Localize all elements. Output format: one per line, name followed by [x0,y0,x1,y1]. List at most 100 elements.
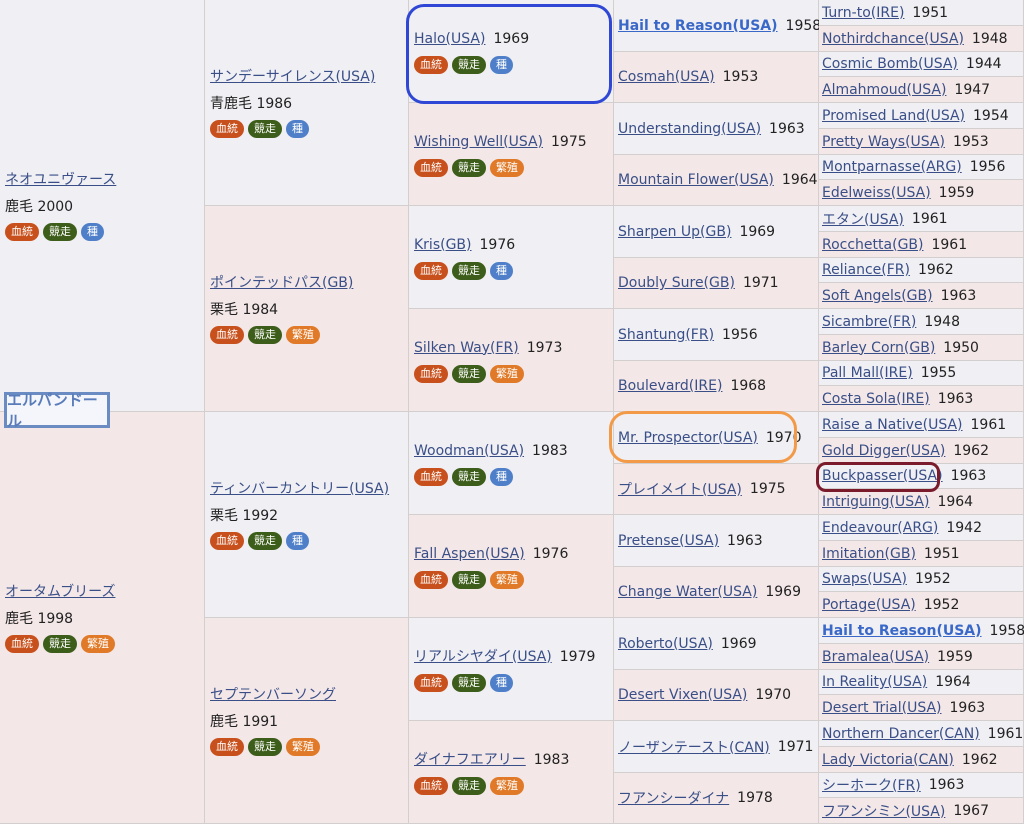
gen3-badge[interactable]: 競走 [452,467,486,486]
gen4-name-link[interactable]: Change Water(USA) [618,584,757,600]
gen3-name-link[interactable]: Halo(USA) [414,31,485,47]
gen2-badge[interactable]: 種 [286,532,309,550]
gen2-name-link[interactable]: サンデーサイレンス(USA) [210,69,375,85]
sire-badge[interactable]: 血統 [5,223,39,241]
gen3-badge[interactable]: 血統 [414,261,448,280]
gen4-name-link[interactable]: Boulevard(IRE) [618,378,722,394]
gen5-name-link[interactable]: Raise a Native(USA) [822,417,963,433]
gen5-name-link[interactable]: Sicambre(FR) [822,314,916,330]
gen5-name-link[interactable]: Desert Trial(USA) [822,700,942,716]
gen4-name-link[interactable]: Mr. Prospector(USA) [618,430,758,446]
gen2-badge[interactable]: 種 [286,120,309,138]
gen2-name-link[interactable]: セプテンバーソング [210,687,336,703]
gen5-name-link[interactable]: Montparnasse(ARG) [822,159,962,175]
gen5-name-link[interactable]: Costa Sola(IRE) [822,391,930,407]
gen5-name-link[interactable]: Pretty Ways(USA) [822,134,945,150]
gen5-name-link[interactable]: Cosmic Bomb(USA) [822,56,958,72]
gen5-name-link[interactable]: Pall Mall(IRE) [822,365,913,381]
gen3-badge[interactable]: 血統 [414,55,448,74]
gen4-name-link[interactable]: Desert Vixen(USA) [618,687,747,703]
gen4-name-link[interactable]: Sharpen Up(GB) [618,224,731,240]
gen3-badge[interactable]: 血統 [414,467,448,486]
gen3-badge[interactable]: 血統 [414,364,448,383]
sire-badge[interactable]: 種 [81,223,104,241]
gen3-badge[interactable]: 繁殖 [490,364,524,383]
gen5-name-link[interactable]: Bramalea(USA) [822,649,929,665]
gen3-badge[interactable]: 繁殖 [490,776,524,795]
gen4-name-link[interactable]: Roberto(USA) [618,636,713,652]
gen2-name-link[interactable]: ティンバーカントリー(USA) [210,481,389,497]
gen2-badge[interactable]: 血統 [210,326,244,344]
gen4-name-link[interactable]: Understanding(USA) [618,121,761,137]
dam-name-link[interactable]: オータムブリーズ [5,584,115,600]
dam-badge[interactable]: 血統 [5,635,39,653]
gen3-badge[interactable]: 競走 [452,158,486,177]
gen5-name-link[interactable]: Reliance(FR) [822,262,910,278]
gen5-name-link[interactable]: エタン(USA) [822,209,904,229]
gen5-name-link[interactable]: Hail to Reason(USA) [822,623,982,639]
gen5-name-link[interactable]: Lady Victoria(CAN) [822,752,954,768]
gen3-name-link[interactable]: Wishing Well(USA) [414,134,543,150]
gen5-name-link[interactable]: Almahmoud(USA) [822,82,946,98]
gen3-badge[interactable]: 種 [490,467,513,486]
gen3-name-link[interactable]: Kris(GB) [414,237,472,253]
gen4-name-link[interactable]: Pretense(USA) [618,533,719,549]
gen5-name-link[interactable]: Imitation(GB) [822,546,916,562]
gen3-name-link[interactable]: Fall Aspen(USA) [414,546,525,562]
gen4-name-link[interactable]: Shantung(FR) [618,327,714,343]
gen3-badge[interactable]: 種 [490,261,513,280]
gen3-name-link[interactable]: ダイナフエアリー [414,752,526,768]
gen3-badge[interactable]: 血統 [414,570,448,589]
gen5-name-link[interactable]: Buckpasser(USA) [822,468,943,484]
gen2-name-link[interactable]: ポインテッドパス(GB) [210,275,353,291]
gen5-name-link[interactable]: Endeavour(ARG) [822,520,938,536]
gen2-badge[interactable]: 競走 [248,532,282,550]
gen2-badge[interactable]: 血統 [210,532,244,550]
gen3-name-link[interactable]: Woodman(USA) [414,443,524,459]
gen4-name-link[interactable]: Mountain Flower(USA) [618,172,774,188]
gen3-name-link[interactable]: Silken Way(FR) [414,340,519,356]
gen3-badge[interactable]: 種 [490,673,513,692]
sire-name-link[interactable]: ネオユニヴァース [5,172,116,188]
gen2-badge[interactable]: 繁殖 [286,738,320,756]
gen5-name-link[interactable]: Swaps(USA) [822,571,907,587]
gen3-badge[interactable]: 血統 [414,673,448,692]
gen3-badge[interactable]: 競走 [452,55,486,74]
dam-badge[interactable]: 競走 [43,635,77,653]
dam-badge[interactable]: 繁殖 [81,635,115,653]
gen5-name-link[interactable]: シーホーク(FR) [822,775,921,795]
gen4-name-link[interactable]: プレイメイト(USA) [618,479,742,499]
gen5-name-link[interactable]: Nothirdchance(USA) [822,31,964,47]
gen2-badge[interactable]: 血統 [210,738,244,756]
gen4-name-link[interactable]: Hail to Reason(USA) [618,18,778,34]
gen2-badge[interactable]: 血統 [210,120,244,138]
gen3-badge[interactable]: 種 [490,55,513,74]
gen3-badge[interactable]: 競走 [452,673,486,692]
gen5-name-link[interactable]: Edelweiss(USA) [822,185,931,201]
gen5-name-link[interactable]: Portage(USA) [822,597,916,613]
gen2-badge[interactable]: 競走 [248,738,282,756]
sire-badge[interactable]: 競走 [43,223,77,241]
gen5-name-link[interactable]: Intriguing(USA) [822,494,929,510]
gen3-badge[interactable]: 競走 [452,570,486,589]
gen4-name-link[interactable]: ノーザンテースト(CAN) [618,737,770,757]
gen3-badge[interactable]: 競走 [452,364,486,383]
gen3-badge[interactable]: 血統 [414,776,448,795]
gen5-name-link[interactable]: In Reality(USA) [822,674,927,690]
gen2-badge[interactable]: 繁殖 [286,326,320,344]
gen5-name-link[interactable]: Barley Corn(GB) [822,340,935,356]
gen5-name-link[interactable]: Turn-to(IRE) [822,5,904,21]
gen4-name-link[interactable]: Doubly Sure(GB) [618,275,735,291]
gen3-badge[interactable]: 繁殖 [490,158,524,177]
gen5-name-link[interactable]: Northern Dancer(CAN) [822,726,980,742]
gen2-badge[interactable]: 競走 [248,120,282,138]
gen3-badge[interactable]: 繁殖 [490,570,524,589]
gen3-badge[interactable]: 競走 [452,776,486,795]
gen5-name-link[interactable]: Rocchetta(GB) [822,237,923,253]
gen5-name-link[interactable]: Gold Digger(USA) [822,443,945,459]
gen4-name-link[interactable]: Cosmah(USA) [618,69,715,85]
gen3-badge[interactable]: 血統 [414,158,448,177]
gen2-badge[interactable]: 競走 [248,326,282,344]
gen4-name-link[interactable]: フアンシーダイナ [618,788,729,808]
gen3-badge[interactable]: 競走 [452,261,486,280]
